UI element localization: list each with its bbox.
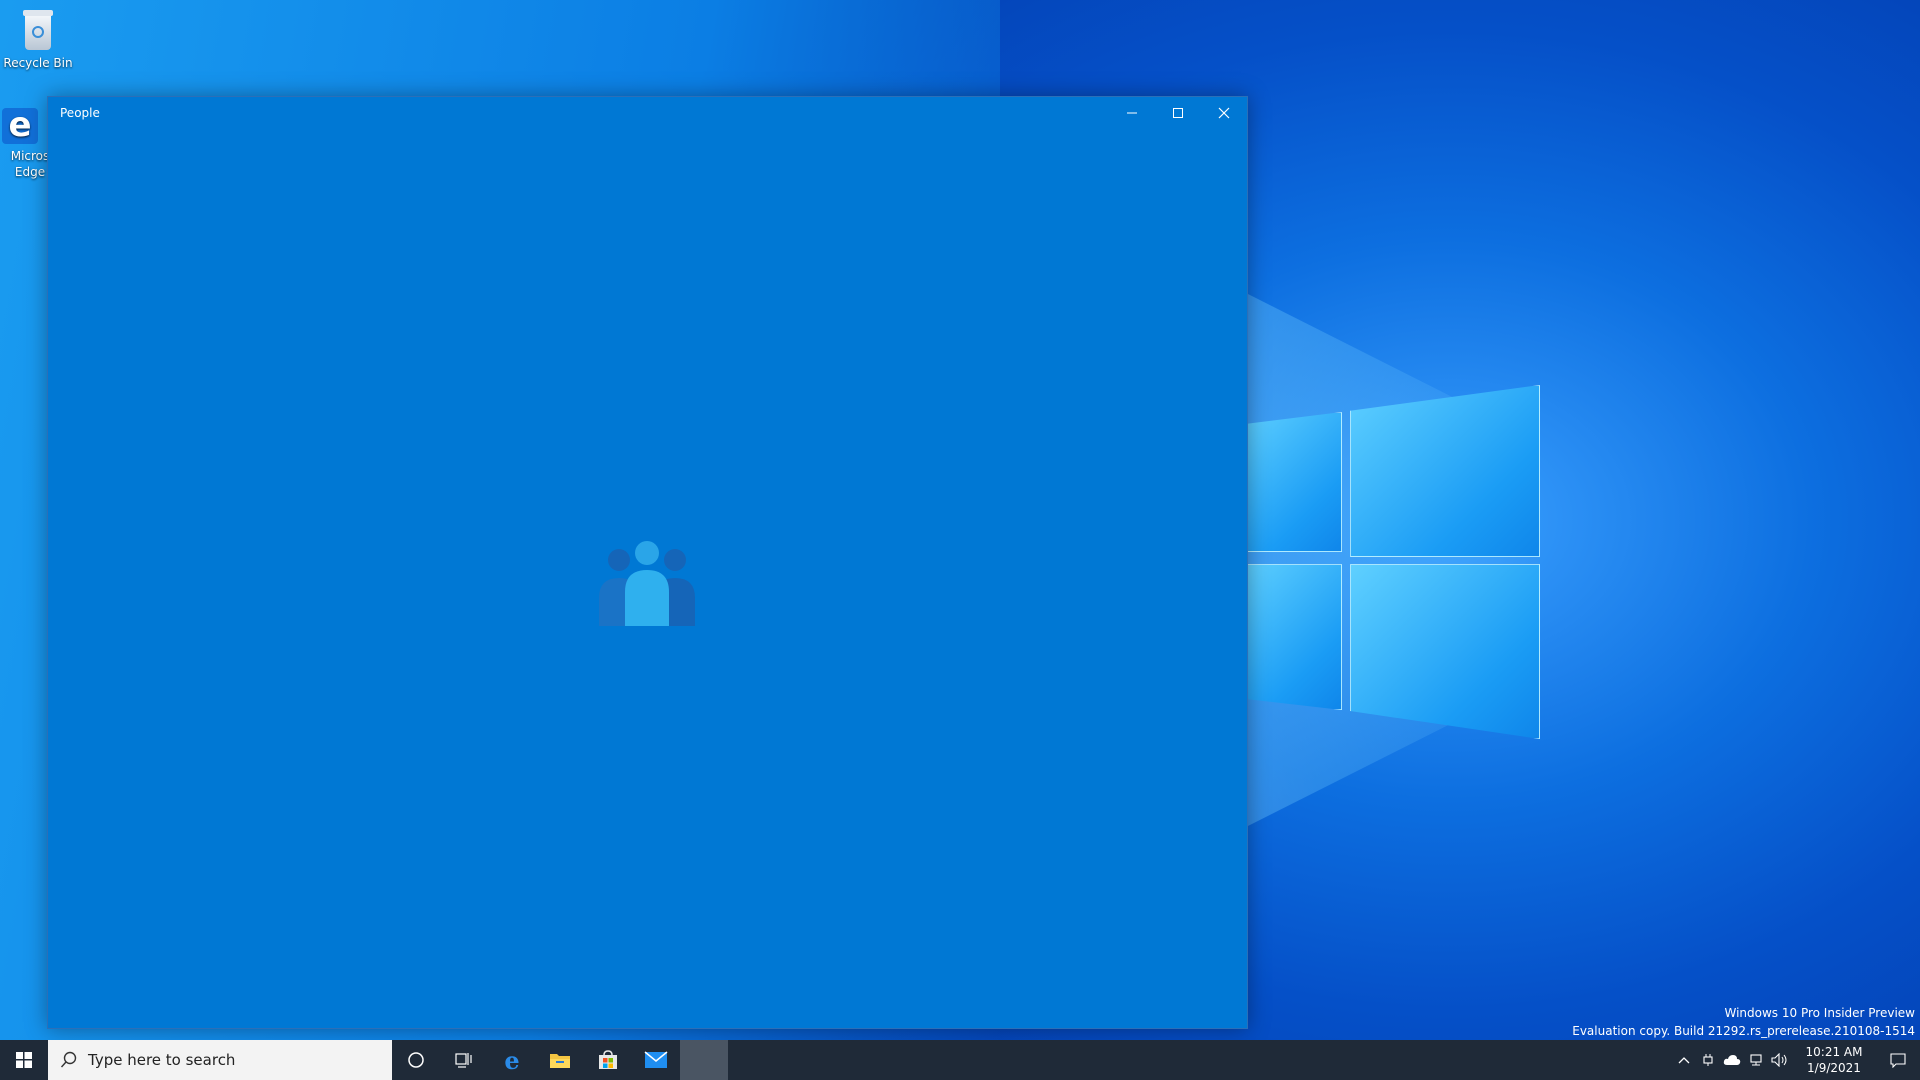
task-view-button[interactable] [440, 1040, 488, 1080]
watermark-line1: Windows 10 Pro Insider Preview [1724, 1006, 1915, 1020]
wallpaper-light-beam [1240, 290, 1540, 830]
action-center-button[interactable] [1876, 1040, 1920, 1080]
system-tray: 10:21 AM 1/9/2021 [1672, 1040, 1920, 1080]
taskbar-file-explorer-button[interactable] [536, 1040, 584, 1080]
speaker-icon [1771, 1053, 1787, 1067]
notification-icon [1890, 1053, 1906, 1068]
desktop-icon-edge[interactable]: e Micros Edge [0, 108, 50, 180]
maximize-icon [1173, 108, 1183, 118]
cloud-icon [1723, 1055, 1741, 1065]
recycle-bin-icon [19, 8, 57, 52]
minimize-button[interactable] [1109, 97, 1155, 129]
taskbar-edge-button[interactable]: e [488, 1040, 536, 1080]
close-button[interactable] [1201, 97, 1247, 129]
taskbar-store-button[interactable] [584, 1040, 632, 1080]
maximize-button[interactable] [1155, 97, 1201, 129]
onedrive-button[interactable] [1720, 1040, 1744, 1080]
mail-icon [644, 1051, 668, 1068]
watermark-line2: Evaluation copy. Build 21292.rs_prerelea… [1572, 1024, 1915, 1038]
tray-app-button[interactable] [1696, 1040, 1720, 1080]
search-icon [60, 1051, 77, 1068]
window-title: People [60, 106, 100, 120]
taskbar: Type here to search e 10:21 AM 1/9/2021 [0, 1040, 1920, 1080]
cortana-button[interactable] [392, 1040, 440, 1080]
taskbar-people-button[interactable] [680, 1040, 728, 1080]
taskbar-mail-button[interactable] [632, 1040, 680, 1080]
chevron-up-icon [1678, 1057, 1690, 1064]
clock[interactable]: 10:21 AM 1/9/2021 [1792, 1044, 1876, 1076]
minimize-icon [1127, 112, 1137, 114]
clock-date: 1/9/2021 [1807, 1061, 1861, 1075]
people-window[interactable]: People [47, 96, 1248, 1029]
desktop-icon-label: Micros Edge [10, 149, 50, 179]
windows-start-icon [16, 1052, 32, 1068]
plug-icon [1703, 1054, 1713, 1066]
build-watermark: Windows 10 Pro Insider Preview Evaluatio… [1572, 1004, 1915, 1040]
search-placeholder: Type here to search [88, 1051, 236, 1069]
show-hidden-icons-button[interactable] [1672, 1040, 1696, 1080]
desktop-icon-label: Recycle Bin [3, 56, 73, 70]
window-titlebar[interactable]: People [48, 97, 1247, 129]
search-box[interactable]: Type here to search [48, 1040, 392, 1080]
edge-icon: e [504, 1045, 520, 1075]
close-icon [1218, 107, 1230, 119]
network-icon [1750, 1054, 1762, 1066]
desktop-icon-recycle-bin[interactable]: Recycle Bin [0, 8, 76, 70]
clock-time: 10:21 AM [1805, 1045, 1863, 1059]
people-splash-icon [599, 541, 695, 626]
start-button[interactable] [0, 1040, 48, 1080]
store-icon [599, 1050, 617, 1069]
network-button[interactable] [1744, 1040, 1768, 1080]
volume-button[interactable] [1768, 1040, 1792, 1080]
edge-icon: e [2, 108, 38, 144]
cortana-icon [408, 1052, 424, 1068]
task-view-icon [455, 1053, 472, 1068]
file-explorer-icon [550, 1054, 570, 1068]
